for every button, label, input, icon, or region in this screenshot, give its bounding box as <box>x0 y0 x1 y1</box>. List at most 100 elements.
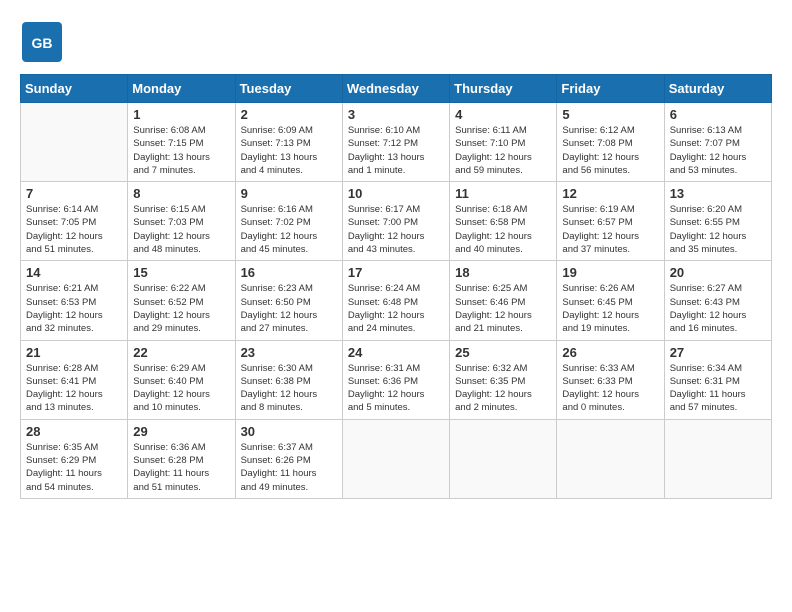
day-info: Sunrise: 6:23 AMSunset: 6:50 PMDaylight:… <box>241 282 337 335</box>
day-cell: 26 Sunrise: 6:33 AMSunset: 6:33 PMDayligh… <box>557 340 664 419</box>
day-number: 22 <box>133 345 229 360</box>
logo-icon: GB <box>20 20 64 64</box>
day-cell: 6 Sunrise: 6:13 AMSunset: 7:07 PMDaylight… <box>664 103 771 182</box>
day-info: Sunrise: 6:34 AMSunset: 6:31 PMDaylight:… <box>670 362 766 415</box>
day-info: Sunrise: 6:21 AMSunset: 6:53 PMDaylight:… <box>26 282 122 335</box>
day-cell <box>557 419 664 498</box>
day-cell: 12 Sunrise: 6:19 AMSunset: 6:57 PMDayligh… <box>557 182 664 261</box>
day-number: 26 <box>562 345 658 360</box>
day-number: 14 <box>26 265 122 280</box>
header-friday: Friday <box>557 75 664 103</box>
day-number: 10 <box>348 186 444 201</box>
day-cell: 9 Sunrise: 6:16 AMSunset: 7:02 PMDaylight… <box>235 182 342 261</box>
day-number: 2 <box>241 107 337 122</box>
calendar-table: SundayMondayTuesdayWednesdayThursdayFrid… <box>20 74 772 499</box>
day-number: 27 <box>670 345 766 360</box>
day-number: 9 <box>241 186 337 201</box>
day-cell <box>664 419 771 498</box>
header-tuesday: Tuesday <box>235 75 342 103</box>
day-info: Sunrise: 6:14 AMSunset: 7:05 PMDaylight:… <box>26 203 122 256</box>
day-cell: 1 Sunrise: 6:08 AMSunset: 7:15 PMDaylight… <box>128 103 235 182</box>
day-info: Sunrise: 6:36 AMSunset: 6:28 PMDaylight:… <box>133 441 229 494</box>
day-info: Sunrise: 6:15 AMSunset: 7:03 PMDaylight:… <box>133 203 229 256</box>
day-cell: 7 Sunrise: 6:14 AMSunset: 7:05 PMDaylight… <box>21 182 128 261</box>
day-number: 1 <box>133 107 229 122</box>
day-number: 3 <box>348 107 444 122</box>
day-info: Sunrise: 6:33 AMSunset: 6:33 PMDaylight:… <box>562 362 658 415</box>
day-info: Sunrise: 6:11 AMSunset: 7:10 PMDaylight:… <box>455 124 551 177</box>
day-number: 13 <box>670 186 766 201</box>
day-cell: 29 Sunrise: 6:36 AMSunset: 6:28 PMDayligh… <box>128 419 235 498</box>
day-info: Sunrise: 6:29 AMSunset: 6:40 PMDaylight:… <box>133 362 229 415</box>
week-row-4: 28 Sunrise: 6:35 AMSunset: 6:29 PMDayligh… <box>21 419 772 498</box>
header-monday: Monday <box>128 75 235 103</box>
day-cell: 21 Sunrise: 6:28 AMSunset: 6:41 PMDayligh… <box>21 340 128 419</box>
day-cell: 19 Sunrise: 6:26 AMSunset: 6:45 PMDayligh… <box>557 261 664 340</box>
page-header: GB <box>20 20 772 64</box>
day-cell: 5Sunrise: 6:12 AMSunset: 7:08 PMDaylight… <box>557 103 664 182</box>
day-info: Sunrise: 6:17 AMSunset: 7:00 PMDaylight:… <box>348 203 444 256</box>
day-info: Sunrise: 6:27 AMSunset: 6:43 PMDaylight:… <box>670 282 766 335</box>
logo: GB <box>20 20 68 64</box>
day-info: Sunrise: 6:32 AMSunset: 6:35 PMDaylight:… <box>455 362 551 415</box>
day-info: Sunrise: 6:28 AMSunset: 6:41 PMDaylight:… <box>26 362 122 415</box>
day-cell: 28 Sunrise: 6:35 AMSunset: 6:29 PMDayligh… <box>21 419 128 498</box>
day-cell: 14 Sunrise: 6:21 AMSunset: 6:53 PMDayligh… <box>21 261 128 340</box>
day-number: 7 <box>26 186 122 201</box>
day-number: 25 <box>455 345 551 360</box>
day-number: 19 <box>562 265 658 280</box>
day-cell: 4Sunrise: 6:11 AMSunset: 7:10 PMDaylight… <box>450 103 557 182</box>
day-cell: 13 Sunrise: 6:20 AMSunset: 6:55 PMDayligh… <box>664 182 771 261</box>
day-cell: 10 Sunrise: 6:17 AMSunset: 7:00 PMDayligh… <box>342 182 449 261</box>
day-number: 20 <box>670 265 766 280</box>
day-cell: 2 Sunrise: 6:09 AMSunset: 7:13 PMDaylight… <box>235 103 342 182</box>
day-number: 11 <box>455 186 551 201</box>
day-cell: 11 Sunrise: 6:18 AMSunset: 6:58 PMDayligh… <box>450 182 557 261</box>
day-info: Sunrise: 6:18 AMSunset: 6:58 PMDaylight:… <box>455 203 551 256</box>
day-cell: 25 Sunrise: 6:32 AMSunset: 6:35 PMDayligh… <box>450 340 557 419</box>
day-number: 23 <box>241 345 337 360</box>
header-thursday: Thursday <box>450 75 557 103</box>
day-number: 12 <box>562 186 658 201</box>
day-info: Sunrise: 6:16 AMSunset: 7:02 PMDaylight:… <box>241 203 337 256</box>
day-number: 6 <box>670 107 766 122</box>
day-number: 30 <box>241 424 337 439</box>
day-cell: 16 Sunrise: 6:23 AMSunset: 6:50 PMDayligh… <box>235 261 342 340</box>
day-cell: 8Sunrise: 6:15 AMSunset: 7:03 PMDaylight… <box>128 182 235 261</box>
day-info: Sunrise: 6:20 AMSunset: 6:55 PMDaylight:… <box>670 203 766 256</box>
svg-text:GB: GB <box>32 35 53 51</box>
day-cell <box>21 103 128 182</box>
week-row-1: 7 Sunrise: 6:14 AMSunset: 7:05 PMDaylight… <box>21 182 772 261</box>
day-cell: 23 Sunrise: 6:30 AMSunset: 6:38 PMDayligh… <box>235 340 342 419</box>
day-cell: 27 Sunrise: 6:34 AMSunset: 6:31 PMDayligh… <box>664 340 771 419</box>
week-row-3: 21 Sunrise: 6:28 AMSunset: 6:41 PMDayligh… <box>21 340 772 419</box>
day-info: Sunrise: 6:22 AMSunset: 6:52 PMDaylight:… <box>133 282 229 335</box>
day-number: 29 <box>133 424 229 439</box>
day-number: 28 <box>26 424 122 439</box>
day-info: Sunrise: 6:08 AMSunset: 7:15 PMDaylight:… <box>133 124 229 177</box>
day-cell: 22 Sunrise: 6:29 AMSunset: 6:40 PMDayligh… <box>128 340 235 419</box>
day-info: Sunrise: 6:13 AMSunset: 7:07 PMDaylight:… <box>670 124 766 177</box>
day-info: Sunrise: 6:25 AMSunset: 6:46 PMDaylight:… <box>455 282 551 335</box>
day-info: Sunrise: 6:19 AMSunset: 6:57 PMDaylight:… <box>562 203 658 256</box>
day-info: Sunrise: 6:31 AMSunset: 6:36 PMDaylight:… <box>348 362 444 415</box>
day-info: Sunrise: 6:37 AMSunset: 6:26 PMDaylight:… <box>241 441 337 494</box>
week-row-0: 1 Sunrise: 6:08 AMSunset: 7:15 PMDaylight… <box>21 103 772 182</box>
day-cell: 3Sunrise: 6:10 AMSunset: 7:12 PMDaylight… <box>342 103 449 182</box>
day-number: 15 <box>133 265 229 280</box>
day-number: 21 <box>26 345 122 360</box>
day-info: Sunrise: 6:30 AMSunset: 6:38 PMDaylight:… <box>241 362 337 415</box>
day-cell: 17Sunrise: 6:24 AMSunset: 6:48 PMDayligh… <box>342 261 449 340</box>
calendar-header-row: SundayMondayTuesdayWednesdayThursdayFrid… <box>21 75 772 103</box>
day-number: 16 <box>241 265 337 280</box>
header-sunday: Sunday <box>21 75 128 103</box>
day-info: Sunrise: 6:26 AMSunset: 6:45 PMDaylight:… <box>562 282 658 335</box>
day-number: 17 <box>348 265 444 280</box>
day-cell <box>450 419 557 498</box>
day-cell: 30 Sunrise: 6:37 AMSunset: 6:26 PMDayligh… <box>235 419 342 498</box>
day-info: Sunrise: 6:09 AMSunset: 7:13 PMDaylight:… <box>241 124 337 177</box>
day-cell: 18Sunrise: 6:25 AMSunset: 6:46 PMDayligh… <box>450 261 557 340</box>
day-info: Sunrise: 6:12 AMSunset: 7:08 PMDaylight:… <box>562 124 658 177</box>
day-info: Sunrise: 6:35 AMSunset: 6:29 PMDaylight:… <box>26 441 122 494</box>
day-cell: 15 Sunrise: 6:22 AMSunset: 6:52 PMDayligh… <box>128 261 235 340</box>
